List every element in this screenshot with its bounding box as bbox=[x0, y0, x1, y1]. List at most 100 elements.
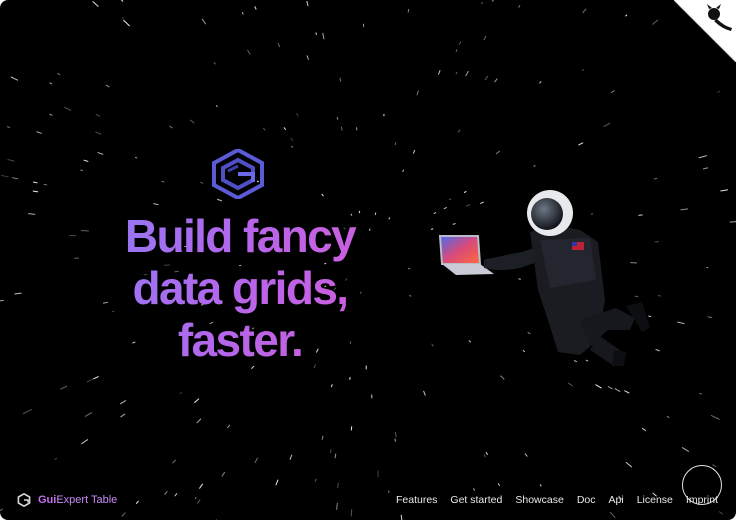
star-streak bbox=[123, 19, 131, 27]
star-streak bbox=[485, 451, 489, 456]
star-streak bbox=[712, 464, 717, 468]
star-streak bbox=[567, 382, 574, 387]
nav-link-features[interactable]: Features bbox=[396, 494, 437, 506]
star-streak bbox=[306, 0, 309, 7]
star-streak bbox=[494, 78, 498, 83]
star-streak bbox=[7, 158, 15, 162]
star-streak bbox=[321, 435, 324, 440]
nav-link-get-started[interactable]: Get started bbox=[450, 494, 502, 506]
star-streak bbox=[518, 4, 521, 8]
nav-link-license[interactable]: License bbox=[637, 494, 673, 506]
star-streak bbox=[329, 449, 332, 454]
star-streak bbox=[217, 198, 223, 202]
star-streak bbox=[10, 76, 19, 81]
star-streak bbox=[330, 384, 333, 388]
star-streak bbox=[495, 150, 501, 155]
star-streak bbox=[57, 72, 61, 76]
star-streak bbox=[83, 159, 89, 163]
footer-brand[interactable]: GuiExpert Table bbox=[17, 493, 117, 507]
star-streak bbox=[455, 72, 458, 75]
star-streak bbox=[539, 484, 542, 487]
star-streak bbox=[499, 375, 505, 380]
star-streak bbox=[680, 208, 689, 211]
nav-link-showcase[interactable]: Showcase bbox=[515, 494, 563, 506]
star-streak bbox=[198, 483, 204, 489]
star-streak bbox=[455, 49, 458, 52]
star-streak bbox=[200, 181, 204, 184]
star-streak bbox=[290, 137, 294, 142]
star-streak bbox=[105, 84, 110, 88]
star-streak bbox=[33, 181, 38, 184]
star-streak bbox=[201, 18, 207, 25]
star-streak bbox=[121, 17, 125, 20]
star-streak bbox=[275, 479, 279, 486]
star-streak bbox=[483, 35, 487, 41]
nav-link-doc[interactable]: Doc bbox=[577, 494, 596, 506]
star-streak bbox=[22, 409, 32, 415]
star-streak bbox=[336, 116, 339, 120]
star-streak bbox=[707, 316, 713, 319]
star-streak bbox=[97, 151, 104, 155]
star-streak bbox=[54, 457, 58, 461]
star-streak bbox=[196, 418, 202, 424]
star-streak bbox=[492, 0, 494, 2]
star-streak bbox=[194, 497, 197, 500]
star-streak bbox=[315, 32, 317, 36]
star-streak bbox=[84, 412, 93, 418]
star-streak bbox=[698, 155, 707, 159]
star-streak bbox=[194, 398, 200, 404]
star-streak bbox=[394, 431, 397, 438]
star-streak bbox=[394, 142, 397, 146]
star-streak bbox=[465, 70, 469, 77]
star-streak bbox=[196, 499, 201, 504]
star-streak bbox=[121, 512, 126, 517]
star-streak bbox=[337, 482, 339, 489]
github-corner-icon[interactable] bbox=[674, 0, 736, 62]
star-streak bbox=[14, 292, 22, 295]
star-streak bbox=[625, 14, 628, 17]
star-streak bbox=[582, 8, 587, 14]
star-streak bbox=[609, 511, 616, 519]
star-streak bbox=[189, 119, 195, 124]
star-streak bbox=[92, 1, 99, 7]
star-streak bbox=[95, 113, 101, 117]
star-streak bbox=[483, 454, 486, 458]
star-streak bbox=[43, 183, 48, 186]
star-streak bbox=[457, 129, 461, 133]
star-streak bbox=[64, 106, 72, 111]
star-streak bbox=[407, 8, 410, 13]
footer-nav: Features Get started Showcase Doc Api Li… bbox=[396, 494, 718, 506]
star-streak bbox=[171, 459, 177, 464]
star-streak bbox=[169, 125, 173, 129]
star-streak bbox=[93, 375, 99, 380]
star-streak bbox=[215, 105, 218, 108]
star-streak bbox=[164, 491, 168, 496]
star-streak bbox=[340, 126, 343, 131]
star-streak bbox=[400, 514, 403, 520]
star-streak bbox=[32, 190, 39, 193]
star-streak bbox=[291, 145, 294, 148]
star-streak bbox=[321, 193, 324, 197]
brand-name-bold: Gui bbox=[38, 494, 57, 506]
star-streak bbox=[277, 42, 281, 48]
star-streak bbox=[524, 453, 528, 457]
star-streak bbox=[699, 392, 703, 395]
star-streak bbox=[718, 511, 724, 515]
star-streak bbox=[624, 390, 630, 394]
star-streak bbox=[666, 415, 670, 419]
star-streak bbox=[481, 1, 483, 5]
star-streak bbox=[81, 439, 89, 445]
star-streak bbox=[251, 365, 255, 370]
star-streak bbox=[322, 32, 325, 40]
star-streak bbox=[262, 127, 266, 131]
star-streak bbox=[0, 508, 4, 512]
star-streak bbox=[60, 385, 68, 390]
star-streak bbox=[581, 68, 585, 72]
nav-link-api[interactable]: Api bbox=[609, 494, 624, 506]
star-streak bbox=[120, 413, 126, 418]
star-streak bbox=[153, 203, 159, 206]
hero-headline: Build fancy data grids, faster. bbox=[70, 210, 410, 366]
star-streak bbox=[306, 55, 309, 60]
hero-line-1: Build fancy bbox=[124, 210, 356, 262]
star-streak bbox=[1, 174, 9, 178]
